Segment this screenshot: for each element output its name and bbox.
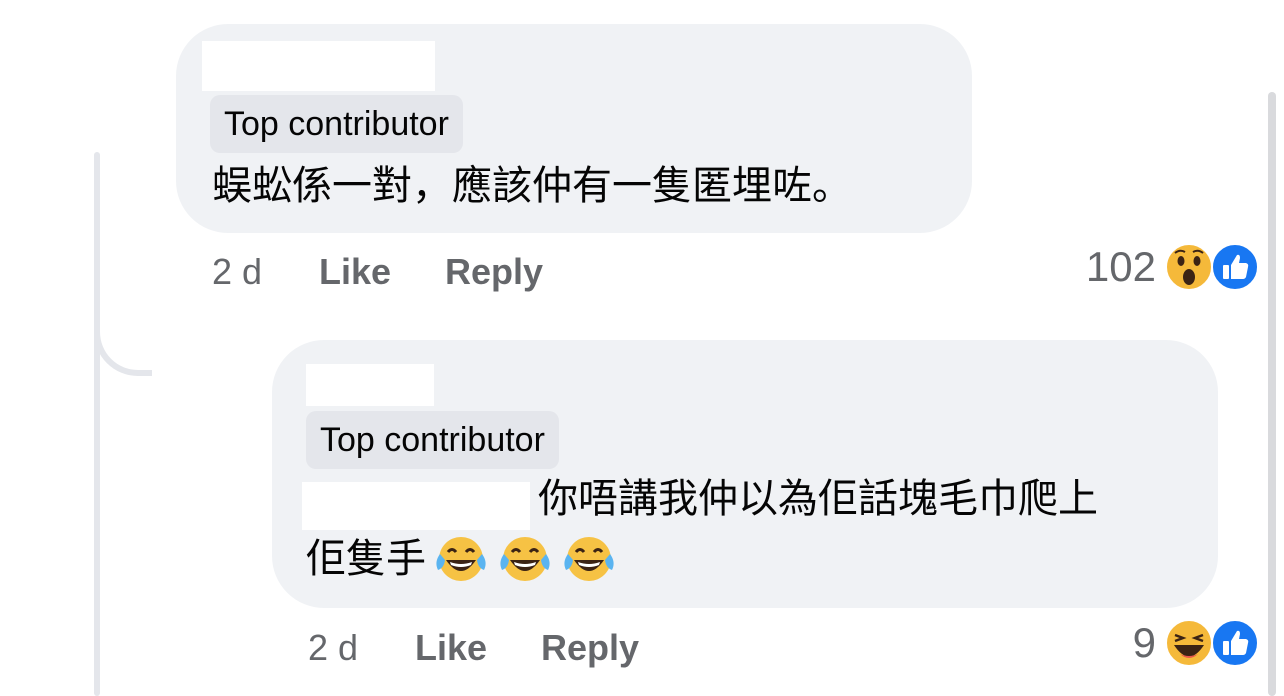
replier-name-redacted[interactable]	[306, 364, 434, 406]
commenter-name-redacted[interactable]	[202, 41, 435, 91]
reply-text-line-1: 你唔講我仲以為佢話塊毛巾爬上	[538, 476, 1098, 522]
reaction-count: 102	[1085, 243, 1156, 290]
comment-bubble: Top contributor 蜈蚣係一對，應該仲有一隻匿埋咗。	[176, 24, 972, 233]
like-button[interactable]: Like	[319, 248, 391, 296]
reply-timestamp[interactable]: 2 d	[308, 624, 358, 672]
reaction-summary[interactable]: 9	[1133, 617, 1260, 669]
like-icon	[1211, 243, 1259, 291]
reply-text-line-2: 佢隻手	[306, 530, 618, 588]
thread-line	[94, 152, 100, 696]
reaction-summary[interactable]: 102	[1086, 241, 1260, 293]
top-contributor-badge[interactable]: Top contributor	[210, 95, 463, 153]
laughing-tears-icon	[432, 532, 490, 586]
top-contributor-badge[interactable]: Top contributor	[306, 411, 559, 469]
comment-text: 蜈蚣係一對，應該仲有一隻匿埋咗。	[212, 163, 852, 209]
comment-timestamp[interactable]: 2 d	[212, 248, 262, 296]
like-button[interactable]: Like	[415, 624, 487, 672]
haha-icon	[1165, 619, 1213, 667]
like-icon	[1211, 619, 1259, 667]
laughing-tears-icon	[560, 532, 618, 586]
wow-icon	[1165, 243, 1213, 291]
scrollbar[interactable]	[1268, 92, 1276, 696]
reply-button[interactable]: Reply	[445, 248, 543, 296]
mention-tag-redacted[interactable]	[302, 482, 530, 530]
reaction-count: 9	[1132, 619, 1156, 666]
reply-bubble: Top contributor 你唔講我仲以為佢話塊毛巾爬上 佢隻手	[272, 340, 1218, 608]
reply-button[interactable]: Reply	[541, 624, 639, 672]
laughing-tears-icon	[496, 532, 554, 586]
reply-text-line-2-content: 佢隻手	[306, 536, 426, 582]
thread-connector	[94, 300, 152, 376]
